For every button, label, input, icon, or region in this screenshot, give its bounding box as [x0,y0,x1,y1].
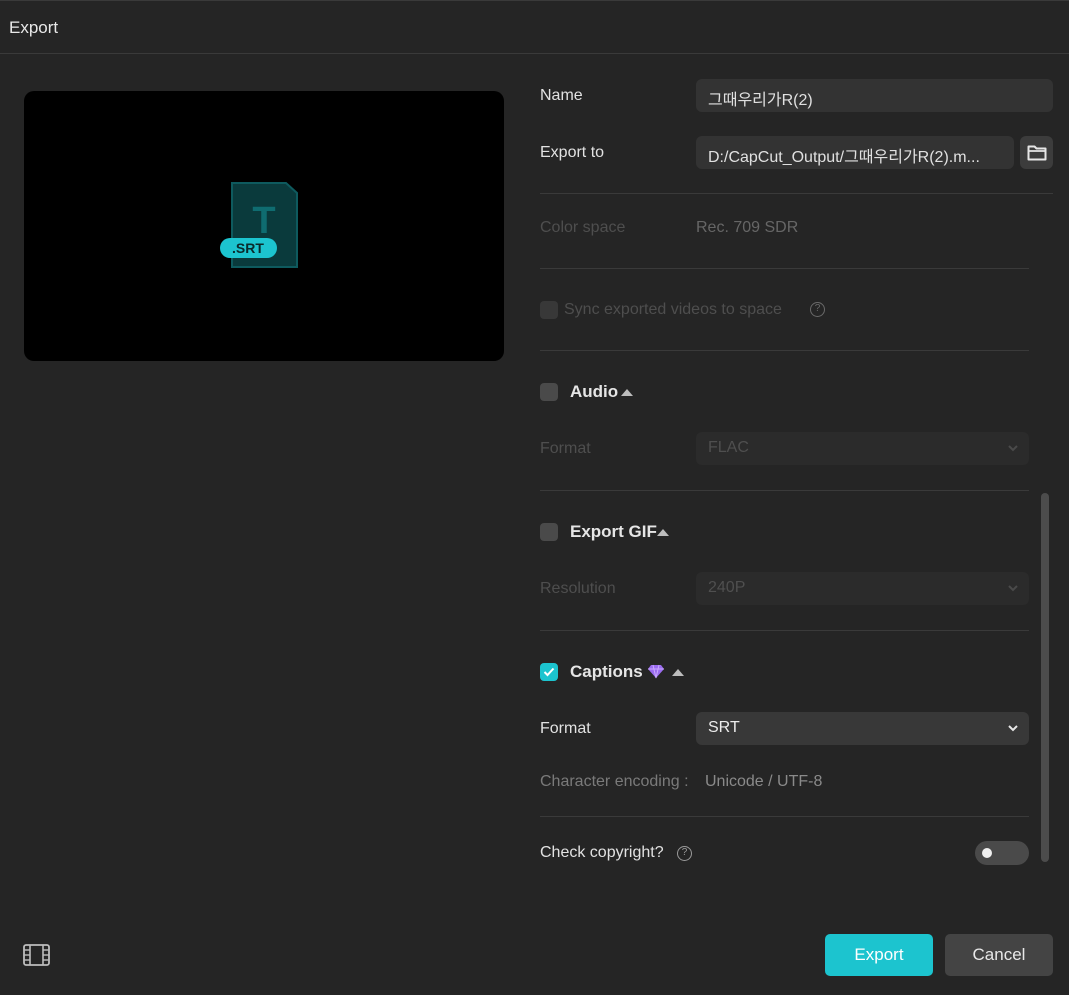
check-copyright-label: Check copyright? [540,844,664,861]
chevron-down-icon [1008,585,1018,592]
help-icon[interactable]: ? [810,302,825,317]
film-strip-icon[interactable] [23,944,50,966]
captions-section-title: Captions [570,662,643,681]
encoding-label: Character encoding : [540,773,689,790]
scrollbar[interactable] [1041,493,1049,862]
color-space-label: Color space [540,219,626,236]
audio-checkbox[interactable] [540,383,558,401]
divider [540,816,1029,817]
sync-label: Sync exported videos to space [564,301,782,318]
collapse-caret-icon[interactable] [672,669,684,676]
gif-resolution-label: Resolution [540,580,616,597]
color-space-value: Rec. 709 SDR [696,219,799,236]
checkmark-icon [543,667,555,677]
help-icon[interactable]: ? [677,846,692,861]
export-to-label: Export to [540,144,605,161]
collapse-caret-icon[interactable] [657,529,669,536]
audio-format-value: FLAC [708,439,749,456]
preview-pane: T .SRT [24,91,504,361]
export-button[interactable]: Export [825,934,933,976]
srt-glyph: T [252,200,275,242]
collapse-caret-icon[interactable] [621,389,633,396]
folder-icon [1027,145,1047,161]
name-label: Name [540,87,583,104]
toggle-knob [982,848,992,858]
captions-format-select[interactable]: SRT [696,712,1029,745]
diamond-pro-icon [648,664,664,679]
audio-format-label: Format [540,440,591,457]
captions-checkbox[interactable] [540,663,558,681]
window-title: Export [9,18,59,37]
divider [540,268,1029,269]
sync-checkbox[interactable] [540,301,558,319]
gif-resolution-value: 240P [708,579,746,596]
divider [540,350,1029,351]
srt-badge: .SRT [232,240,264,256]
audio-format-select[interactable]: FLAC [696,432,1029,465]
captions-format-label: Format [540,720,591,737]
browse-folder-button[interactable] [1020,136,1053,169]
cancel-button[interactable]: Cancel [945,934,1053,976]
gif-checkbox[interactable] [540,523,558,541]
audio-section-title: Audio [570,382,619,401]
divider [540,630,1029,631]
name-input[interactable]: 그때우리가R(2) [696,79,1053,112]
export-path-input[interactable]: D:/CapCut_Output/그때우리가R(2).m... [696,136,1014,169]
gif-resolution-select[interactable]: 240P [696,572,1029,605]
chevron-down-icon [1008,725,1018,732]
divider [540,193,1053,194]
srt-file-icon: T .SRT [220,181,300,273]
encoding-value: Unicode / UTF-8 [705,773,823,790]
copyright-toggle[interactable] [975,841,1029,865]
divider [540,490,1029,491]
captions-format-value: SRT [708,719,740,736]
title-bar: Export [0,0,1069,54]
chevron-down-icon [1008,445,1018,452]
gif-section-title: Export GIF [570,522,657,541]
